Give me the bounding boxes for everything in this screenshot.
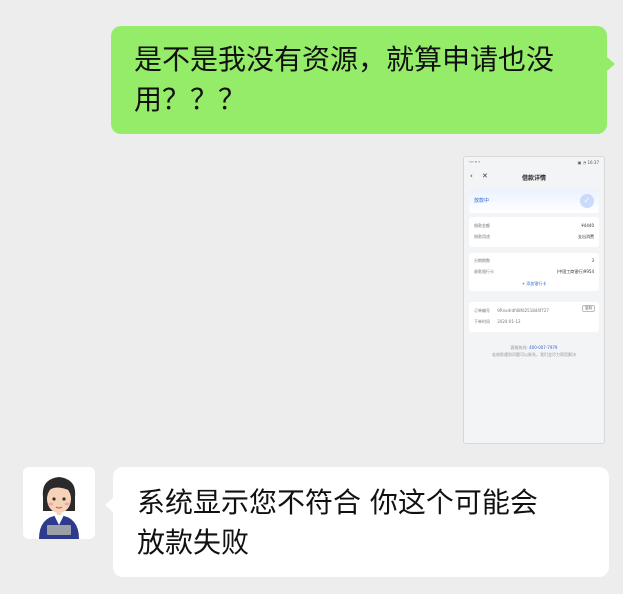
hotline-label: 客服热线: <box>510 345 528 350</box>
footer-note: 若借款遇到问题可以联系，我们会尽力帮您解决 <box>492 352 576 357</box>
period-label: 分期期数 <box>474 258 490 263</box>
status-time: ▣ ◔ 16:37 <box>577 160 599 165</box>
outgoing-message-line-2: 用？？？ <box>134 83 247 116</box>
signal-icons: ᵀᵃˡˡ ᵂ ⁶ <box>469 160 481 165</box>
date-label: 下单时间 <box>474 319 490 324</box>
date-value: 2024-01-12 <box>497 319 521 324</box>
nav-title: 借款详情 <box>521 175 546 182</box>
outgoing-message-bubble[interactable]: 是不是我没有资源，就算申请也没 用？？？ <box>111 26 615 134</box>
bank-card-value: (中国工商银行)9954 <box>556 269 594 274</box>
avatar-illustration <box>23 467 95 539</box>
avatar[interactable] <box>23 467 95 539</box>
hotline: 客服热线: 400-007-7979 <box>469 345 599 351</box>
add-bank-card-link[interactable]: + 添加银行卡 <box>469 281 599 287</box>
status-card: 放款中 ✓ <box>469 189 599 213</box>
period-row: 分期期数 3 <box>474 258 594 264</box>
loan-detail-screenshot-image[interactable]: ᵀᵃˡˡ ᵂ ⁶ ▣ ◔ 16:37 ‹ ✕ 借款详情 放款中 ✓ 借款金额 ¥… <box>463 156 605 444</box>
incoming-message-bubble[interactable]: 系统显示您不符合 你这个可能会 放款失败 <box>105 467 609 577</box>
hotline-number[interactable]: 400-007-7979 <box>529 345 557 350</box>
bank-card-label: 收款银行卡 <box>474 269 494 274</box>
date-row: 下单时间 2024-01-12 <box>474 319 594 325</box>
order-row: 订单编号 9Rnxdrdfd8fd2518d4f727 <box>474 308 594 314</box>
incoming-message-line-1: 系统显示您不符合 你这个可能会 <box>137 486 538 519</box>
repayment-card: 分期期数 3 收款银行卡 (中国工商银行)9954 + 添加银行卡 <box>469 253 599 291</box>
loan-status: 放款中 <box>474 198 490 204</box>
copy-button[interactable]: 复制 <box>582 305 595 312</box>
incoming-message-line-2: 放款失败 <box>137 526 250 559</box>
period-value: 3 <box>591 258 594 263</box>
amount-row: 借款金额 ¥4440 <box>474 223 594 229</box>
purpose-value: 支出消费 <box>578 234 594 239</box>
order-label: 订单编号 <box>474 308 490 313</box>
bank-card-row: 收款银行卡 (中国工商银行)9954 <box>474 269 594 275</box>
amount-label: 借款金额 <box>474 223 490 228</box>
amount-card: 借款金额 ¥4440 借款用途 支出消费 <box>469 217 599 247</box>
nav-bar: ‹ ✕ 借款详情 <box>464 170 604 184</box>
order-value: 9Rnxdrdfd8fd2518d4f727 <box>497 308 549 313</box>
outgoing-message-line-1: 是不是我没有资源，就算申请也没 <box>134 43 555 76</box>
status-bar: ᵀᵃˡˡ ᵂ ⁶ ▣ ◔ 16:37 <box>469 160 599 166</box>
purpose-label: 借款用途 <box>474 234 490 239</box>
order-card: 订单编号 9Rnxdrdfd8fd2518d4f727 复制 下单时间 2024… <box>469 302 599 332</box>
purpose-row: 借款用途 支出消费 <box>474 234 594 240</box>
check-icon: ✓ <box>580 194 594 208</box>
amount-value: ¥4440 <box>581 223 594 228</box>
